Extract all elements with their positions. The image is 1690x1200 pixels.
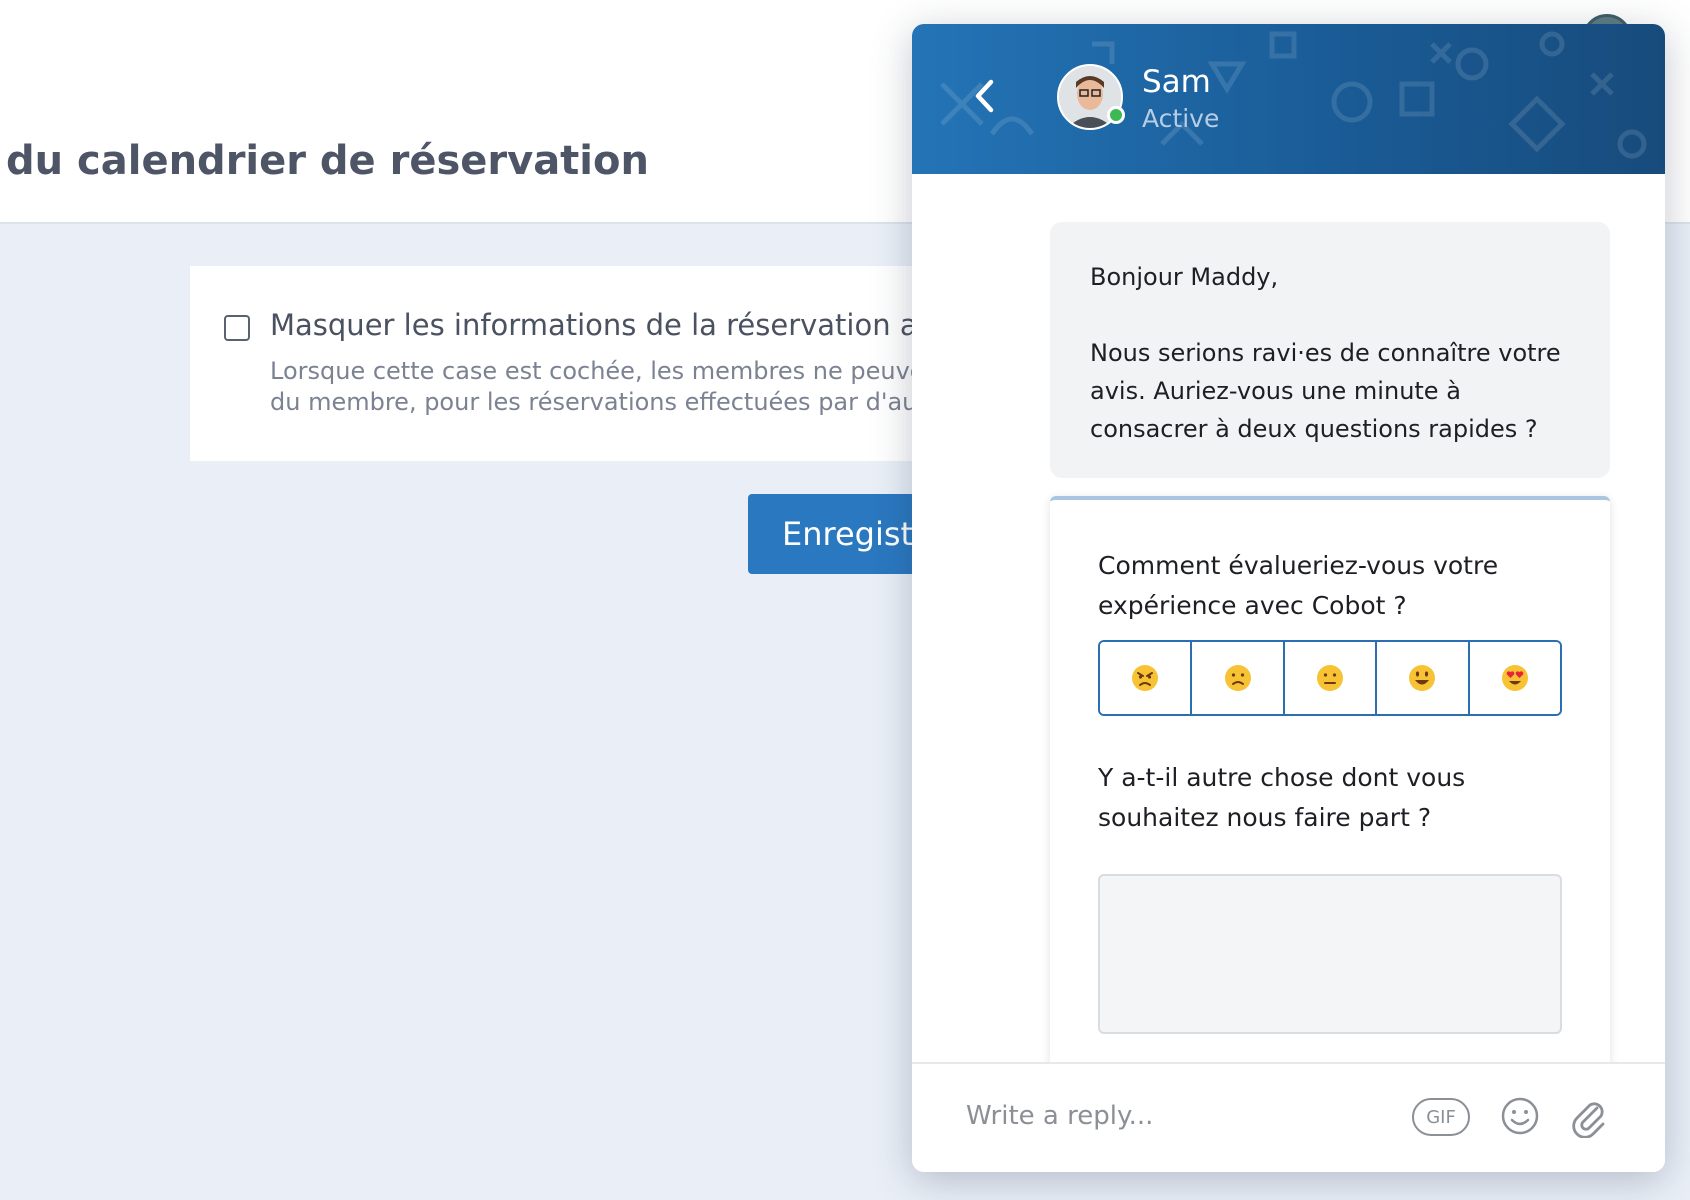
online-status-indicator — [1107, 106, 1125, 124]
rating-option-neutral[interactable] — [1284, 642, 1378, 714]
header-pattern — [940, 31, 1647, 159]
rating-option-angry[interactable] — [1100, 642, 1193, 714]
hide-booking-info-checkbox[interactable] — [224, 315, 250, 341]
agent-name: Sam — [1142, 64, 1211, 100]
rating-scale — [1098, 640, 1562, 716]
emoji-button[interactable] — [1500, 1096, 1540, 1136]
message-bubble: Bonjour Maddy, Nous serions ravi·es de c… — [1050, 222, 1610, 478]
chevron-left-icon — [975, 79, 994, 113]
back-button[interactable] — [962, 74, 1006, 118]
happy-face-icon — [1409, 665, 1436, 691]
setting-description-line-1: Lorsque cette case est cochée, les membr… — [270, 357, 973, 385]
survey-question-rating: Comment évalueriez-vous votre expérience… — [1098, 551, 1499, 620]
rating-option-sad[interactable] — [1192, 642, 1285, 714]
messenger-header: Sam Active — [912, 24, 1665, 174]
page-title: du calendrier de réservation — [6, 138, 649, 184]
message-body: Nous serions ravi·es de connaître votre … — [1090, 339, 1561, 443]
setting-description-line-2: du membre, pour les réservations effectu… — [270, 388, 964, 416]
setting-description: Lorsque cette case est cochée, les membr… — [270, 356, 972, 418]
rating-option-happy[interactable] — [1377, 642, 1470, 714]
message-greeting: Bonjour Maddy, — [1090, 263, 1279, 291]
feedback-textarea[interactable] — [1098, 874, 1562, 1034]
attach-button[interactable] — [1568, 1094, 1608, 1139]
survey-question-feedback: Y a-t-il autre chose dont vous souhaitez… — [1098, 763, 1466, 832]
sad-face-icon — [1224, 665, 1251, 691]
rating-option-love[interactable] — [1469, 642, 1560, 714]
reply-composer: GIF — [912, 1062, 1665, 1172]
angry-face-icon — [1132, 665, 1159, 691]
paperclip-icon — [1572, 1102, 1605, 1139]
survey-card: Comment évalueriez-vous votre expérience… — [1050, 496, 1610, 1096]
neutral-face-icon — [1317, 665, 1344, 691]
setting-label: Masquer les informations de la réservati… — [270, 308, 999, 342]
smiley-icon — [1501, 1097, 1539, 1135]
settings-card: Masquer les informations de la réservati… — [190, 266, 999, 461]
messenger-widget: Sam Active Bonjour Maddy, Nous serions r… — [912, 24, 1665, 1172]
gif-button[interactable]: GIF — [1412, 1098, 1470, 1136]
reply-input[interactable] — [966, 1094, 1396, 1138]
agent-status: Active — [1142, 104, 1220, 133]
heart-eyes-face-icon — [1501, 665, 1528, 691]
